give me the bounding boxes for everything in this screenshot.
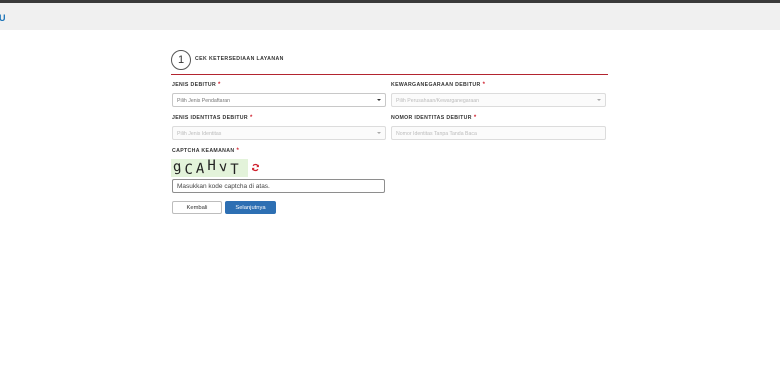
kewarganegaraan-label-text: KEWARGANEGARAAN DEBITUR [391, 82, 481, 88]
captcha-label: CAPTCHA KEAMANAN * [172, 148, 239, 154]
kewarganegaraan-select[interactable]: Pilih Perusahaan/Kewarganegaraan [391, 93, 606, 107]
step-header: 1 CEK KETERSEDIAAN LAYANAN [171, 50, 608, 75]
captcha-char: g [172, 158, 185, 176]
kewarganegaraan-selected-value: Pilih Perusahaan/Kewarganegaraan [396, 98, 480, 104]
jenis-identitas-selected-value: Pilih Jenis Identitas [177, 131, 222, 137]
required-mark: * [218, 82, 221, 88]
kewarganegaraan-label: KEWARGANEGARAAN DEBITUR * [391, 82, 485, 88]
header-bar: U [0, 3, 780, 30]
nomor-identitas-label-text: NOMOR IDENTITAS DEBITUR [391, 115, 472, 121]
caret-down-icon [377, 132, 381, 134]
captcha-input[interactable]: Masukkan kode captcha di atas. [172, 179, 385, 193]
captcha-char: C [184, 162, 196, 178]
step-title: CEK KETERSEDIAAN LAYANAN [195, 56, 284, 62]
jenis-identitas-label: JENIS IDENTITAS DEBITUR * [172, 115, 253, 121]
caret-down-icon [377, 99, 381, 101]
jenis-identitas-select[interactable]: Pilih Jenis Identitas [172, 126, 386, 140]
captcha-image: g C A H v T [171, 158, 248, 178]
captcha-char: A [195, 160, 208, 178]
required-mark: * [482, 82, 486, 88]
captcha-char: v [218, 158, 231, 176]
captcha-input-value: Masukkan kode captcha di atas. [177, 183, 270, 190]
step-number-badge: 1 [171, 50, 191, 70]
captcha-label-text: CAPTCHA KEAMANAN [172, 148, 235, 154]
required-mark: * [249, 115, 253, 121]
refresh-icon[interactable] [251, 163, 260, 172]
nomor-identitas-placeholder: Nomor Identitas Tanpa Tanda Baca [396, 131, 477, 137]
nomor-identitas-input[interactable]: Nomor Identitas Tanpa Tanda Baca [391, 126, 606, 140]
required-mark: * [236, 148, 240, 154]
required-mark: * [473, 115, 477, 121]
captcha-char: H [207, 158, 219, 174]
jenis-identitas-label-text: JENIS IDENTITAS DEBITUR [172, 115, 248, 121]
jenis-debitur-label: JENIS DEBITUR * [172, 82, 221, 88]
captcha-char: T [230, 162, 242, 178]
caret-down-icon [597, 99, 601, 101]
jenis-debitur-selected-value: Pilih Jenis Pendaftaran [177, 98, 231, 104]
back-button[interactable]: Kembali [172, 201, 222, 214]
jenis-debitur-label-text: JENIS DEBITUR [172, 82, 217, 88]
next-button[interactable]: Selanjutnya [225, 201, 276, 214]
jenis-debitur-select[interactable]: Pilih Jenis Pendaftaran [172, 93, 386, 107]
logo[interactable]: U [0, 13, 6, 23]
nomor-identitas-label: NOMOR IDENTITAS DEBITUR * [391, 115, 477, 121]
